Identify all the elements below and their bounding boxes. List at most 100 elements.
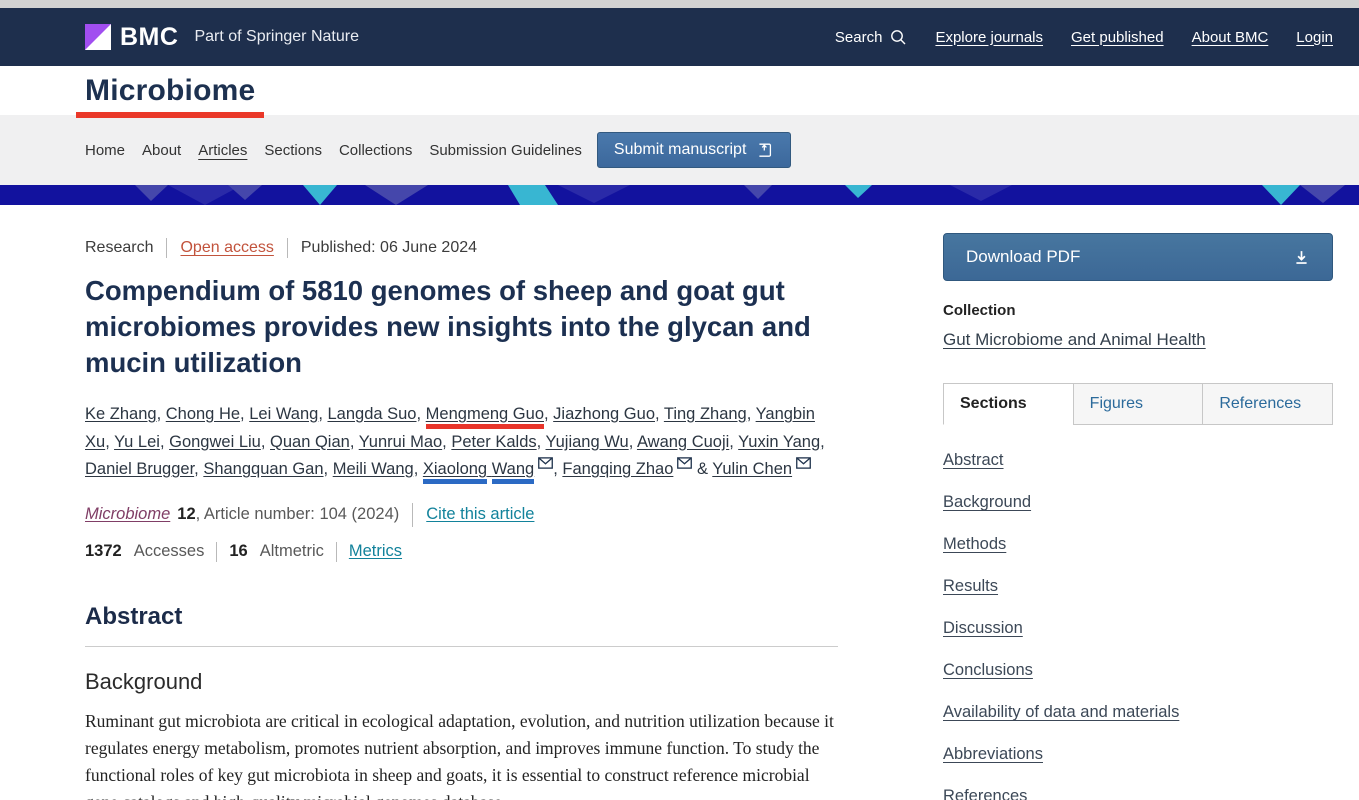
article-number: , Article number: 104 (2024) <box>196 505 400 524</box>
journal-nav-sections[interactable]: Sections <box>264 140 322 161</box>
altmetric-label: Altmetric <box>260 542 324 561</box>
author-name-word: Wang <box>492 460 535 484</box>
open-access-link[interactable]: Open access <box>180 239 273 257</box>
author-link-fangqing-zhao[interactable]: Fangqing Zhao <box>562 460 673 478</box>
decorative-banner <box>0 185 1359 205</box>
author-name-word: Xiaolong <box>423 460 487 484</box>
author-link-meili-wang[interactable]: Meili Wang <box>333 460 414 478</box>
author-link-ke-zhang[interactable]: Ke Zhang <box>85 405 157 423</box>
background-heading: Background <box>85 669 838 695</box>
journal-volume: 12 <box>177 505 195 524</box>
author-link-yuxin-yang[interactable]: Yuxin Yang <box>738 433 820 451</box>
submit-manuscript-button[interactable]: Submit manuscript <box>597 132 792 168</box>
altmetric-count: 16 <box>229 542 247 561</box>
abstract-heading: Abstract <box>85 603 838 631</box>
metrics-separator <box>336 542 337 562</box>
collection-label: Collection <box>943 302 1333 319</box>
journal-title[interactable]: Microbiome <box>76 74 264 118</box>
meta-separator <box>166 238 167 258</box>
download-pdf-button[interactable]: Download PDF <box>943 233 1333 281</box>
download-pdf-label: Download PDF <box>966 247 1080 267</box>
section-link-discussion[interactable]: Discussion <box>943 619 1023 638</box>
submit-manuscript-label: Submit manuscript <box>614 141 747 159</box>
search-icon <box>890 29 907 46</box>
collection-link[interactable]: Gut Microbiome and Animal Health <box>943 330 1206 350</box>
tab-references[interactable]: References <box>1202 383 1333 425</box>
section-link-background[interactable]: Background <box>943 493 1031 512</box>
header-nav: Search Explore journals Get published About… <box>835 29 1333 46</box>
header-link-about-bmc[interactable]: About BMC <box>1192 29 1269 46</box>
accesses-count: 1372 <box>85 542 122 561</box>
section-link-methods[interactable]: Methods <box>943 535 1006 554</box>
article-column: Research Open access Published: 06 June … <box>85 233 838 800</box>
bmc-brand[interactable]: BMC Part of Springer Nature <box>85 23 359 52</box>
author-link-awang-cuoji[interactable]: Awang Cuoji <box>637 433 729 451</box>
article-meta-row: Research Open access Published: 06 June … <box>85 238 838 258</box>
bmc-logo-icon <box>85 24 111 50</box>
section-link-abstract[interactable]: Abstract <box>943 451 1004 470</box>
author-link-daniel-brugger[interactable]: Daniel Brugger <box>85 460 194 478</box>
author-link-mengmeng-guo[interactable]: Mengmeng Guo <box>426 405 544 429</box>
header-link-get-published[interactable]: Get published <box>1071 29 1164 46</box>
author-link-lei-wang[interactable]: Lei Wang <box>249 405 318 423</box>
author-link-shangquan-gan[interactable]: Shangquan Gan <box>203 460 323 478</box>
author-link-quan-qian[interactable]: Quan Qian <box>270 433 350 451</box>
journal-nav-about[interactable]: About <box>142 140 181 161</box>
author-link-ting-zhang[interactable]: Ting Zhang <box>664 405 747 423</box>
header-link-login[interactable]: Login <box>1296 29 1333 46</box>
journal-nav-band: Home About Articles Sections Collections Subm… <box>0 115 1359 185</box>
bmc-tagline: Part of Springer Nature <box>194 28 359 46</box>
journal-nav-submission-guidelines[interactable]: Submission Guidelines <box>429 140 582 161</box>
section-link-references[interactable]: References <box>943 787 1027 800</box>
author-link-gongwei-liu[interactable]: Gongwei Liu <box>169 433 261 451</box>
sidebar-section-links: Abstract Background Methods Results Discussi… <box>943 451 1333 800</box>
section-link-results[interactable]: Results <box>943 577 998 596</box>
author-link-langda-suo[interactable]: Langda Suo <box>327 405 416 423</box>
background-paragraph: Ruminant gut microbiota are critical in … <box>85 708 838 800</box>
banner-pattern <box>0 185 1359 205</box>
email-icon[interactable] <box>796 457 811 469</box>
journal-nav-articles[interactable]: Articles <box>198 140 247 161</box>
metrics-separator <box>216 542 217 562</box>
author-link-yu-lei[interactable]: Yu Lei <box>114 433 160 451</box>
section-link-conclusions[interactable]: Conclusions <box>943 661 1033 680</box>
authors-list: Ke Zhang, Chong He, Lei Wang, Langda Suo… <box>85 401 838 484</box>
journal-ref-row: Microbiome 12 , Article number: 104 (202… <box>85 503 838 527</box>
author-link-yujiang-wu[interactable]: Yujiang Wu <box>546 433 629 451</box>
bmc-logo-text: BMC <box>120 23 178 52</box>
tab-figures[interactable]: Figures <box>1073 383 1204 425</box>
published-date: Published: 06 June 2024 <box>301 239 477 257</box>
sidebar: Download PDF Collection Gut Microbiome a… <box>943 233 1333 800</box>
journal-ref-link[interactable]: Microbiome <box>85 505 170 524</box>
section-link-availability-of-data-and-materials[interactable]: Availability of data and materials <box>943 703 1179 722</box>
article-title: Compendium of 5810 genomes of sheep and … <box>85 273 838 381</box>
manuscript-upload-icon <box>756 141 774 159</box>
author-link-yulin-chen[interactable]: Yulin Chen <box>712 460 792 478</box>
author-link-yunrui-mao[interactable]: Yunrui Mao <box>359 433 442 451</box>
author-link-jiazhong-guo[interactable]: Jiazhong Guo <box>553 405 655 423</box>
metrics-row: 1372 Accesses 16 Altmetric Metrics <box>85 542 838 562</box>
author-link-peter-kalds[interactable]: Peter Kalds <box>451 433 536 451</box>
header-link-search[interactable]: Search <box>835 29 908 46</box>
metrics-link[interactable]: Metrics <box>349 542 402 561</box>
journal-nav-home[interactable]: Home <box>85 140 125 161</box>
email-icon[interactable] <box>538 457 553 469</box>
journal-title-band: Microbiome <box>0 66 1359 115</box>
tab-sections[interactable]: Sections <box>943 383 1074 425</box>
accesses-label: Accesses <box>134 542 205 561</box>
meta-separator <box>287 238 288 258</box>
download-icon <box>1293 249 1310 266</box>
page-content: Research Open access Published: 06 June … <box>0 205 1359 800</box>
ref-separator <box>412 503 413 527</box>
email-icon[interactable] <box>677 457 692 469</box>
sidebar-tabs: SectionsFiguresReferences <box>943 383 1333 425</box>
cite-this-article-link[interactable]: Cite this article <box>426 505 534 524</box>
site-header: BMC Part of Springer Nature Search Explor… <box>0 8 1359 66</box>
author-link-chong-he[interactable]: Chong He <box>166 405 240 423</box>
author-link-xiaolong-wang[interactable]: Xiaolong Wang <box>423 460 534 484</box>
journal-nav-links: Home About Articles Sections Collections Subm… <box>85 140 582 161</box>
journal-nav-collections[interactable]: Collections <box>339 140 412 161</box>
section-link-abbreviations[interactable]: Abbreviations <box>943 745 1043 764</box>
abstract-divider <box>85 646 838 647</box>
header-link-explore-journals[interactable]: Explore journals <box>935 29 1043 46</box>
